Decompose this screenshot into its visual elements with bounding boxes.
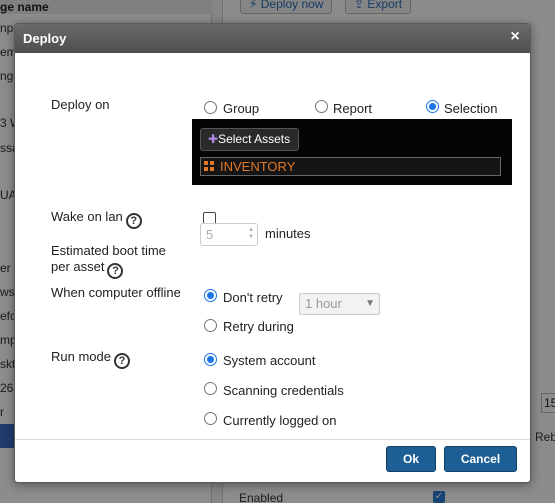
deploy-on-label: Deploy on: [51, 97, 110, 112]
select-assets-label: Select Assets: [218, 132, 291, 146]
deploy-dialog: Deploy × Deploy on Group Report Selectio…: [14, 23, 531, 483]
asset-selection-panel: ✚Select Assets INVENTORY: [192, 119, 512, 185]
deploy-on-selection-label: Selection: [444, 101, 498, 116]
dont-retry-label: Don't retry: [223, 290, 283, 305]
dialog-body: Deploy on Group Report Selection ✚Select…: [15, 53, 530, 439]
scanning-credentials-label: Scanning credentials: [223, 383, 344, 398]
wake-on-lan-text: Wake on lan: [51, 209, 123, 224]
deploy-on-selection-radio[interactable]: [426, 100, 439, 113]
stepper-arrows-icon[interactable]: ▲ ▼: [248, 227, 254, 241]
boot-time-label-text: per asset: [51, 259, 105, 274]
boot-time-label-line1: Estimated boot time: [51, 243, 166, 258]
boot-time-unit: minutes: [265, 226, 311, 241]
retry-during-radio[interactable]: [204, 319, 217, 332]
plus-icon: ✚: [208, 132, 219, 146]
retry-duration-value: 1 hour: [305, 296, 342, 311]
dialog-footer: Ok Cancel: [15, 439, 530, 482]
run-mode-label: Run mode?: [51, 349, 130, 369]
boot-time-input[interactable]: 5 ▲ ▼: [200, 223, 258, 246]
select-assets-button[interactable]: ✚Select Assets: [200, 128, 300, 151]
retry-duration-select[interactable]: 1 hour ▼: [299, 293, 380, 315]
chevron-down-icon: ▼: [365, 298, 375, 309]
wake-on-lan-label: Wake on lan?: [51, 209, 142, 229]
currently-logged-on-radio[interactable]: [204, 412, 217, 425]
retry-during-label: Retry during: [223, 319, 294, 334]
help-icon[interactable]: ?: [107, 263, 124, 279]
help-icon[interactable]: ?: [113, 353, 130, 369]
boot-time-label-line2: per asset?: [51, 259, 124, 279]
selected-asset-name: INVENTORY: [220, 159, 296, 174]
dialog-titlebar: Deploy ×: [15, 24, 530, 53]
group-icon: [204, 161, 215, 172]
currently-logged-on-label: Currently logged on: [223, 413, 337, 428]
dialog-title: Deploy: [23, 31, 67, 46]
cancel-button[interactable]: Cancel: [444, 446, 517, 472]
scanning-credentials-radio[interactable]: [204, 382, 217, 395]
boot-time-value: 5: [206, 227, 214, 242]
deploy-on-report-radio[interactable]: [315, 100, 328, 113]
dont-retry-radio[interactable]: [204, 289, 217, 302]
system-account-label: System account: [223, 353, 316, 368]
close-icon[interactable]: ×: [506, 28, 524, 46]
deploy-on-group-label: Group: [223, 101, 260, 116]
deploy-on-report-label: Report: [333, 101, 373, 116]
help-icon[interactable]: ?: [125, 213, 142, 229]
deploy-on-group-radio[interactable]: [204, 101, 217, 114]
system-account-radio[interactable]: [204, 353, 217, 366]
offline-label: When computer offline: [51, 285, 181, 300]
run-mode-text: Run mode: [51, 349, 111, 364]
selected-asset-item[interactable]: INVENTORY: [200, 157, 501, 176]
ok-button[interactable]: Ok: [386, 446, 436, 472]
